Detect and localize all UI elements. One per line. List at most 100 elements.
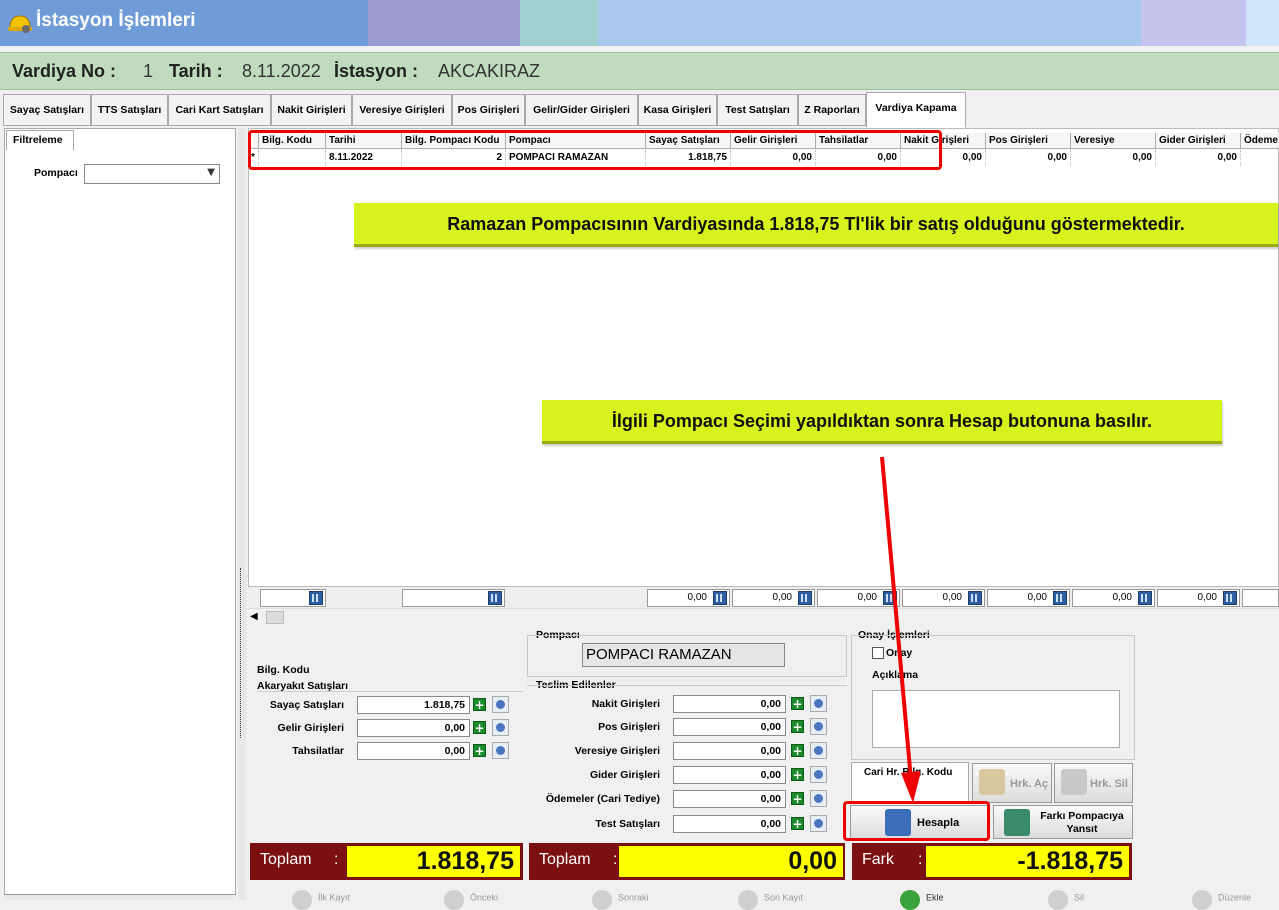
delete-record-icon xyxy=(1061,769,1087,795)
gider-girisleri-field[interactable]: 0,00 xyxy=(673,766,786,784)
calculator-icon[interactable] xyxy=(798,591,812,605)
gelir-girisleri-field[interactable]: 0,00 xyxy=(357,719,470,737)
odemeler-field[interactable]: 0,00 xyxy=(673,790,786,808)
filter-panel xyxy=(4,128,236,900)
chevron-down-icon: ▼ xyxy=(207,167,215,178)
footer-total-pos[interactable]: 0,00 xyxy=(987,589,1070,607)
info-icon[interactable] xyxy=(492,742,509,759)
pompaci-name-field: POMPACI RAMAZAN xyxy=(582,643,785,667)
cell-odeme[interactable] xyxy=(1241,150,1279,166)
calculator-icon[interactable] xyxy=(1223,591,1237,605)
col-pos-girisleri[interactable]: Pos Girişleri xyxy=(986,133,1071,149)
nav-edit-button[interactable]: Düzenle xyxy=(1192,886,1251,910)
calculator-icon[interactable] xyxy=(1138,591,1152,605)
odemeler-label: Ödemeler (Cari Tediye) xyxy=(545,793,660,805)
last-record-icon xyxy=(738,890,758,910)
tab-filtreleme[interactable]: Filtreleme xyxy=(6,130,74,150)
footer-total-gelir[interactable]: 0,00 xyxy=(732,589,815,607)
col-odeme[interactable]: Ödeme xyxy=(1241,133,1279,149)
info-icon[interactable] xyxy=(810,695,827,712)
add-icon[interactable]: + xyxy=(473,721,486,734)
hard-hat-icon xyxy=(8,15,32,33)
veresiye-girisleri-label: Veresiye Girişleri xyxy=(574,745,660,757)
scroll-thumb[interactable] xyxy=(266,611,284,624)
annotation-arrow xyxy=(880,456,920,803)
tab-gelir-gider-girisleri[interactable]: Gelir/Gider Girişleri xyxy=(525,94,638,126)
info-icon[interactable] xyxy=(810,742,827,759)
info-icon[interactable] xyxy=(810,766,827,783)
middle-total-bar: Toplam : 0,00 xyxy=(529,843,845,880)
title-bar: İstasyon İşlemleri xyxy=(0,0,1279,46)
info-icon[interactable] xyxy=(810,790,827,807)
previous-record-icon xyxy=(444,890,464,910)
hrk-sil-button[interactable]: Hrk. Sil xyxy=(1054,763,1133,803)
annotation-sales-note: Ramazan Pompacısının Vardiyasında 1.818,… xyxy=(354,203,1278,247)
footer-total-gider[interactable]: 0,00 xyxy=(1157,589,1240,607)
farki-pompaciya-yansit-button[interactable]: Farkı Pompacıya Yansıt xyxy=(993,805,1133,839)
tab-sayac-satislari[interactable]: Sayaç Satışları xyxy=(3,94,91,126)
gider-girisleri-label: Gider Girişleri xyxy=(589,769,660,781)
calculator-icon[interactable] xyxy=(968,591,982,605)
tahsilatlar-field[interactable]: 0,00 xyxy=(357,742,470,760)
tarih-label: Tarih : xyxy=(169,61,223,81)
tab-cari-kart-satislari[interactable]: Cari Kart Satışları xyxy=(168,94,271,126)
info-icon[interactable] xyxy=(492,696,509,713)
pompaci-select[interactable]: ▼ xyxy=(84,164,220,184)
add-icon[interactable]: + xyxy=(791,768,804,781)
calculator-icon[interactable] xyxy=(713,591,727,605)
nav-previous-button[interactable]: Önceki xyxy=(444,886,498,910)
tab-vardiya-kapama[interactable]: Vardiya Kapama xyxy=(866,92,966,128)
pos-girisleri-field[interactable]: 0,00 xyxy=(673,718,786,736)
nakit-girisleri-field[interactable]: 0,00 xyxy=(673,695,786,713)
tab-nakit-girisleri[interactable]: Nakit Girişleri xyxy=(271,94,352,126)
cell-veresiye[interactable]: 0,00 xyxy=(1071,150,1156,166)
vardiya-value: 1 xyxy=(143,61,154,81)
footer-filter-pompaci-kodu[interactable] xyxy=(402,589,505,607)
add-icon[interactable]: + xyxy=(791,720,804,733)
hrk-ac-button[interactable]: Hrk. Aç xyxy=(972,763,1052,803)
footer-total-odeme[interactable] xyxy=(1242,589,1279,607)
nav-next-button[interactable]: Sonraki xyxy=(592,886,649,910)
horizontal-scrollbar[interactable]: ◀ xyxy=(248,608,1279,626)
highlight-frame-hesapla xyxy=(843,801,990,841)
cell-gider[interactable]: 0,00 xyxy=(1156,150,1241,166)
tab-tts-satislari[interactable]: TTS Satışları xyxy=(91,94,168,126)
calculator-icon[interactable] xyxy=(1053,591,1067,605)
nav-first-button[interactable]: İlk Kayıt xyxy=(292,886,350,910)
col-gider-girisleri[interactable]: Gider Girişleri xyxy=(1156,133,1241,149)
info-icon[interactable] xyxy=(492,719,509,736)
tab-test-satislari[interactable]: Test Satışları xyxy=(717,94,798,126)
transfer-icon xyxy=(1004,809,1030,836)
cell-pos[interactable]: 0,00 xyxy=(986,150,1071,166)
veresiye-girisleri-field[interactable]: 0,00 xyxy=(673,742,786,760)
panel-splitter[interactable] xyxy=(238,128,246,900)
col-veresiye[interactable]: Veresiye xyxy=(1071,133,1156,149)
nav-last-button[interactable]: Son Kayıt xyxy=(738,886,803,910)
calculator-icon[interactable] xyxy=(488,591,502,605)
add-icon[interactable]: + xyxy=(791,697,804,710)
istasyon-value: AKCAKIRAZ xyxy=(438,61,541,81)
footer-total-sayac[interactable]: 0,00 xyxy=(647,589,730,607)
test-satislari-field[interactable]: 0,00 xyxy=(673,815,786,833)
tab-veresiye-girisleri[interactable]: Veresiye Girişleri xyxy=(352,94,452,126)
info-icon[interactable] xyxy=(810,718,827,735)
nav-add-button[interactable]: Ekle xyxy=(900,886,944,910)
add-icon[interactable]: + xyxy=(473,698,486,711)
sayac-satislari-field[interactable]: 1.818,75 xyxy=(357,696,470,714)
fark-value: -1.818,75 xyxy=(926,846,1129,877)
tab-kasa-girisleri[interactable]: Kasa Girişleri xyxy=(638,94,717,126)
add-icon[interactable]: + xyxy=(791,817,804,830)
footer-filter-bilg-kodu[interactable] xyxy=(260,589,326,607)
calculator-icon[interactable] xyxy=(309,591,323,605)
tab-z-raporlari[interactable]: Z Raporları xyxy=(798,94,866,126)
gelir-girisleri-label: Gelir Girişleri xyxy=(277,722,344,734)
footer-total-veresiye[interactable]: 0,00 xyxy=(1072,589,1155,607)
add-icon[interactable]: + xyxy=(791,792,804,805)
add-icon[interactable]: + xyxy=(473,744,486,757)
tab-pos-girisleri[interactable]: Pos Girişleri xyxy=(452,94,525,126)
scroll-left-icon[interactable]: ◀ xyxy=(250,611,264,625)
info-icon[interactable] xyxy=(810,815,827,832)
nav-delete-button[interactable]: Sil xyxy=(1048,886,1084,910)
add-icon[interactable]: + xyxy=(791,744,804,757)
delete-icon xyxy=(1048,890,1068,910)
